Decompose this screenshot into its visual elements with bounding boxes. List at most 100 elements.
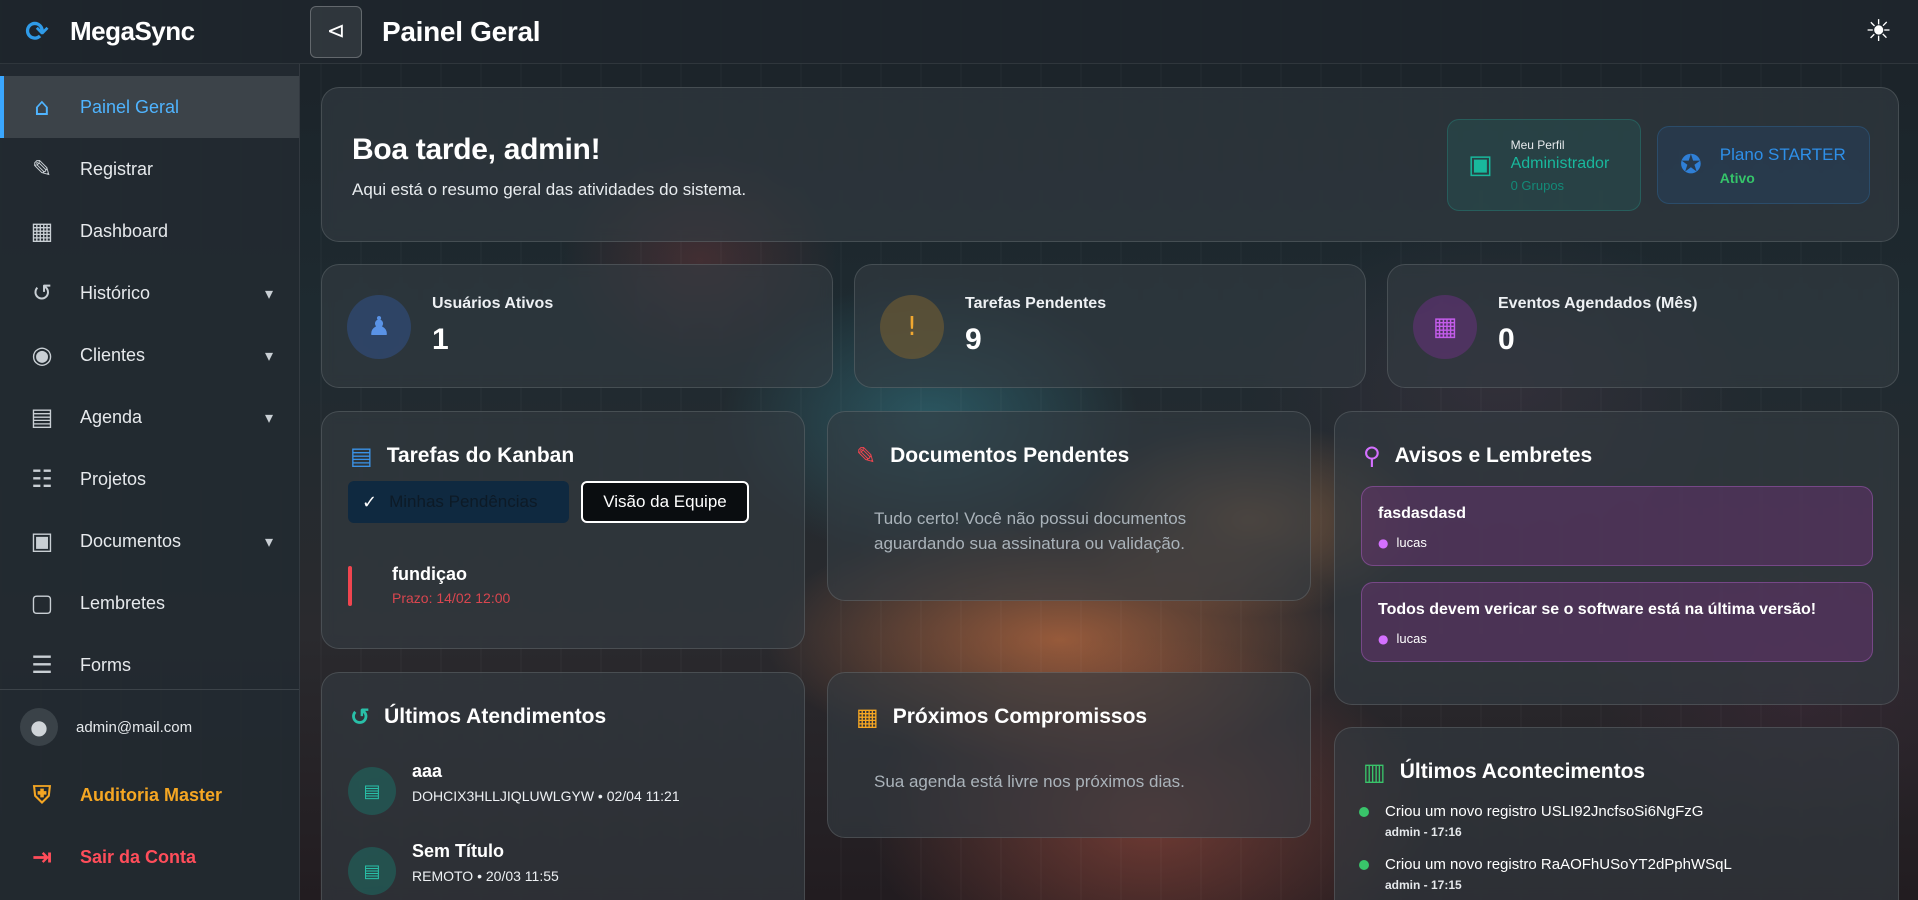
card-title: ▦ Próximos Compromissos xyxy=(856,703,1147,731)
chevron-down-icon: ▾ xyxy=(264,345,273,365)
attendance-meta: REMOTO • 20/03 11:55 xyxy=(412,868,559,884)
receipt-icon: ▥ xyxy=(1363,758,1386,786)
theme-toggle-button[interactable]: ☀ xyxy=(1865,14,1892,49)
card-title: ⚲ Avisos e Lembretes xyxy=(1363,442,1592,470)
sidebar-item-dashboard[interactable]: ▦ Dashboard xyxy=(0,200,299,262)
tab-team-view[interactable]: Visão da Equipe xyxy=(581,481,749,523)
document-icon: ▤ xyxy=(348,767,396,815)
plan-chip[interactable]: ✪ Plano STARTER Ativo xyxy=(1657,126,1870,204)
sidebar-item-label: Documentos xyxy=(80,530,182,551)
attendances-title: Últimos Atendimentos xyxy=(384,705,607,728)
award-icon: ✪ xyxy=(1680,150,1702,180)
attendance-name: aaa xyxy=(412,761,443,781)
sun-icon: ☀ xyxy=(1865,14,1892,49)
chevron-down-icon: ▾ xyxy=(264,407,273,427)
card-title: ▤ Tarefas do Kanban xyxy=(350,442,574,470)
notice-title: Todos devem vericar se o software está n… xyxy=(1378,601,1817,618)
document-icon: ▤ xyxy=(348,847,396,895)
sidebar-item-label: Dashboard xyxy=(80,220,169,241)
profile-role: Administrador xyxy=(1510,154,1610,172)
sidebar-item-label: Registrar xyxy=(80,158,154,179)
sidebar-nav: ⌂ Painel Geral ✎ Registrar ▦ Dashboard ↺… xyxy=(0,64,299,674)
notice-author-name: lucas xyxy=(1396,535,1427,550)
folder-icon: ▣ xyxy=(30,527,54,555)
chevron-down-icon: ▾ xyxy=(264,531,273,551)
user-account[interactable]: ● admin@mail.com xyxy=(0,690,299,764)
menu-collapse-icon: ⊲ xyxy=(326,19,346,44)
forms-icon: ☰ xyxy=(31,651,53,674)
sidebar-item-projetos[interactable]: ☷ Projetos xyxy=(0,448,299,510)
stat-card-tasks[interactable]: ! Tarefas Pendentes 9 xyxy=(854,264,1366,388)
user-email: admin@mail.com xyxy=(76,718,193,736)
notice-title: fasdasdasd xyxy=(1378,505,1467,522)
users-icon: ♟ xyxy=(347,295,411,359)
status-dot xyxy=(1359,807,1369,817)
event-text: Criou um novo registro USLI92JncfsoSi6Ng… xyxy=(1385,803,1704,820)
task-name: fundiçao xyxy=(392,564,467,584)
app-name: MegaSync xyxy=(70,16,195,46)
notice-item[interactable]: fasdasdasd ● lucas xyxy=(1361,486,1873,566)
logout-button[interactable]: ⇥ Sair da Conta xyxy=(0,826,299,888)
profile-chip[interactable]: ▣ Meu Perfil Administrador 0 Grupos xyxy=(1447,119,1641,211)
tab-my-pending[interactable]: ✓ Minhas Pendências xyxy=(348,481,569,523)
greeting: Boa tarde, admin! xyxy=(352,133,601,166)
sidebar-item-documentos[interactable]: ▣ Documentos ▾ xyxy=(0,510,299,572)
appointments-title: Próximos Compromissos xyxy=(892,705,1148,728)
calendar-icon: ▤ xyxy=(30,403,54,431)
logout-label: Sair da Conta xyxy=(80,846,197,867)
documents-title: Documentos Pendentes xyxy=(890,444,1130,467)
profile-groups: 0 Grupos xyxy=(1510,177,1565,193)
priority-bar xyxy=(348,566,352,606)
event-text: Criou um novo registro RaAOFhUSoYT2dPphW… xyxy=(1385,856,1732,873)
attendances-card: ↺ Últimos Atendimentos ▤ aaa DOHCIX3HLLJ… xyxy=(321,672,805,900)
id-badge-icon: ▣ xyxy=(1468,150,1493,180)
sidebar-item-forms[interactable]: ☰ Forms xyxy=(0,634,299,674)
stat-card-users[interactable]: ♟ Usuários Ativos 1 xyxy=(321,264,833,388)
clipboard-icon: ☷ xyxy=(31,465,53,493)
appointments-empty-message: Sua agenda está livre nos próximos dias. xyxy=(874,772,1185,791)
sidebar-item-label: Lembretes xyxy=(80,592,166,613)
check-icon: ✓ xyxy=(362,491,378,513)
top-bar: ⟳ MegaSync ⊲ Painel Geral ☀ xyxy=(0,0,1918,64)
stat-label: Tarefas Pendentes xyxy=(965,295,1107,312)
notices-card: ⚲ Avisos e Lembretes fasdasdasd ● lucas … xyxy=(1334,411,1899,705)
calendar-icon: ▦ xyxy=(1413,295,1477,359)
notice-author: ● lucas xyxy=(1378,535,1427,550)
welcome-subtitle: Aqui está o resumo geral das atividades … xyxy=(352,180,747,199)
audit-master-link[interactable]: ⛨ Auditoria Master xyxy=(0,764,299,826)
attendance-meta: DOHCIX3HLLJIQLUWLGYW • 02/04 11:21 xyxy=(412,788,680,804)
document-sign-icon: ✎ xyxy=(856,442,877,470)
sidebar-item-historico[interactable]: ↺ Histórico ▾ xyxy=(0,262,299,324)
menu-toggle-button[interactable]: ⊲ xyxy=(310,5,362,58)
clipboard-icon: ▤ xyxy=(350,442,373,470)
dashboard-icon: ▦ xyxy=(30,217,54,245)
brand[interactable]: ⟳ MegaSync xyxy=(0,0,300,63)
notice-item[interactable]: Todos devem vericar se o software está n… xyxy=(1361,582,1873,662)
alert-clipboard-icon: ! xyxy=(880,295,944,359)
sidebar-footer: ● admin@mail.com ⛨ Auditoria Master ⇥ Sa… xyxy=(0,689,299,888)
sidebar-item-painel-geral[interactable]: ⌂ Painel Geral xyxy=(0,76,299,138)
stat-card-events[interactable]: ▦ Eventos Agendados (Mês) 0 xyxy=(1387,264,1899,388)
sidebar-item-registrar[interactable]: ✎ Registrar xyxy=(0,138,299,200)
sidebar-item-clientes[interactable]: ◉ Clientes ▾ xyxy=(0,324,299,386)
status-dot xyxy=(1359,860,1369,870)
sidebar-item-lembretes[interactable]: ▢ Lembretes xyxy=(0,572,299,634)
events-title: Últimos Acontecimentos xyxy=(1399,760,1646,783)
plan-status: Ativo xyxy=(1719,169,1755,186)
card-title: ✎ Documentos Pendentes xyxy=(856,442,1129,470)
sidebar-item-label: Clientes xyxy=(80,344,146,365)
notices-title: Avisos e Lembretes xyxy=(1394,444,1593,467)
kanban-tabs: ✓ Minhas Pendências Visão da Equipe xyxy=(348,481,749,523)
sidebar-item-agenda[interactable]: ▤ Agenda ▾ xyxy=(0,386,299,448)
sidebar-item-label: Projetos xyxy=(80,468,147,489)
sidebar-item-label: Painel Geral xyxy=(80,96,180,117)
documents-card: ✎ Documentos Pendentes Tudo certo! Você … xyxy=(827,411,1311,601)
card-title: ▥ Últimos Acontecimentos xyxy=(1363,758,1645,786)
chat-icon: ▢ xyxy=(30,589,54,617)
profile-caption: Meu Perfil xyxy=(1510,137,1565,152)
card-title: ↺ Últimos Atendimentos xyxy=(350,703,606,731)
events-card: ▥ Últimos Acontecimentos Criou um novo r… xyxy=(1334,727,1899,900)
logout-icon: ⇥ xyxy=(31,843,53,871)
calendar-icon: ▦ xyxy=(856,703,879,731)
notice-author: ● lucas xyxy=(1378,631,1427,646)
